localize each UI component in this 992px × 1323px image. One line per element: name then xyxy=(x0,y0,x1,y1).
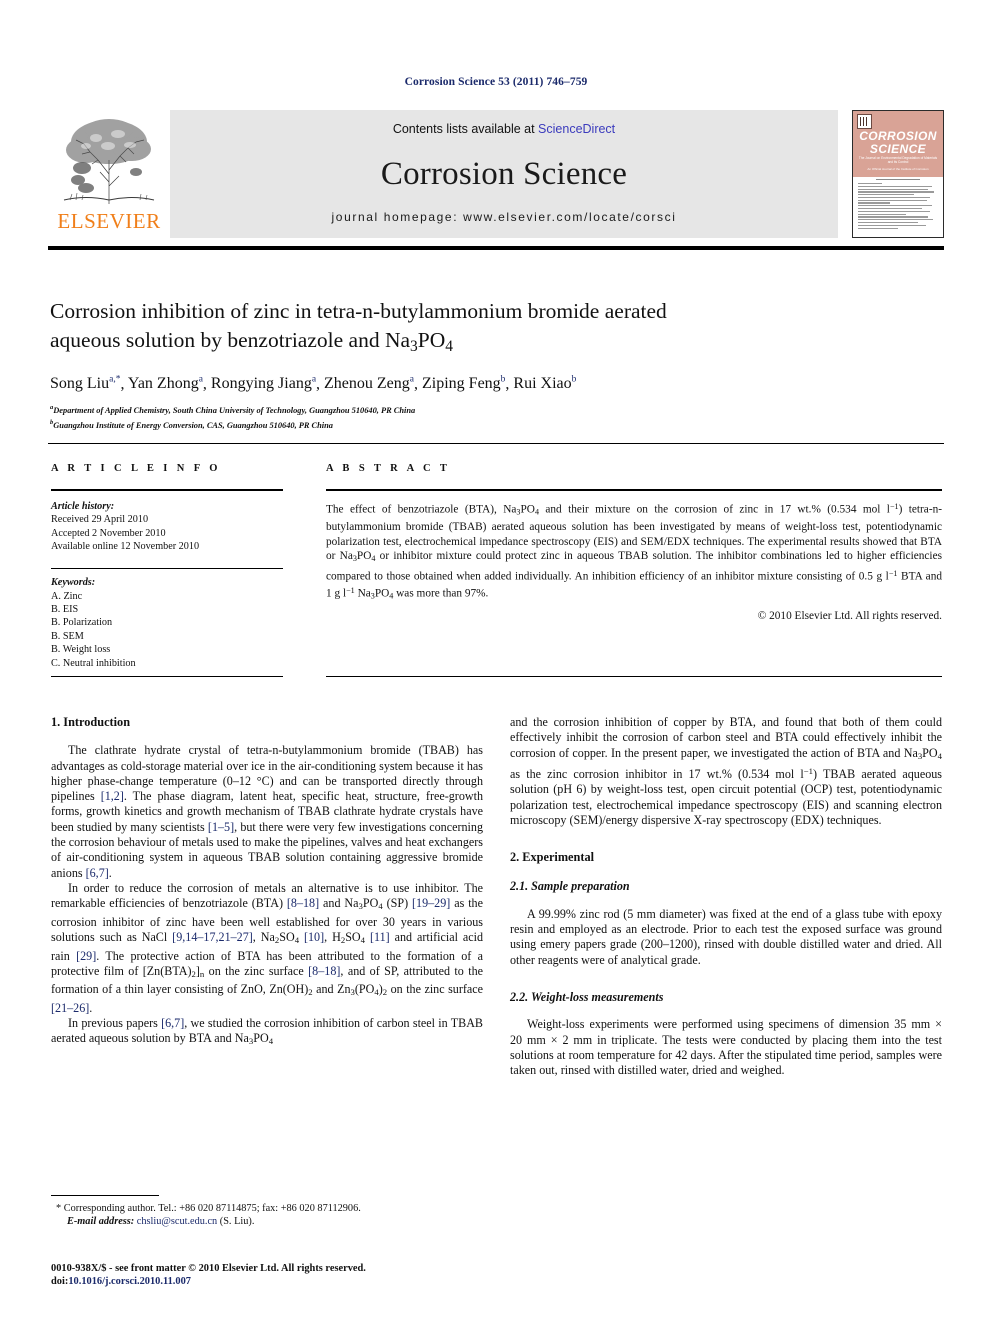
email-link[interactable]: chsliu@scut.edu.cn xyxy=(137,1216,217,1227)
citation-link[interactable]: [9,14–17,21–27] xyxy=(172,930,253,944)
article-info-heading-rule xyxy=(51,489,283,491)
abstract-heading: A B S T R A C T xyxy=(326,463,451,474)
author: Rongying Jianga xyxy=(210,374,317,393)
citation-link[interactable]: [8–18] xyxy=(308,964,340,978)
abstract-column: The effect of benzotriazole (BTA), Na3PO… xyxy=(326,500,942,623)
keyword-item: B. SEM xyxy=(51,630,84,642)
footnote-email: E-mail address: chsliu@scut.edu.cn (S. L… xyxy=(51,1215,483,1228)
author: Song Liua,* xyxy=(50,374,121,393)
abstract-heading-rule xyxy=(326,489,942,491)
footnote-rule xyxy=(51,1195,159,1196)
footnote-corresponding: * Corresponding author. Tel.: +86 020 87… xyxy=(56,1203,361,1214)
paragraph: In order to reduce the corrosion of meta… xyxy=(51,880,484,1015)
article-history-label: Article history: xyxy=(51,501,115,512)
imprint-block: 0010-938X/$ - see front matter © 2010 El… xyxy=(51,1262,511,1289)
abstract-bottom-rule xyxy=(326,676,942,677)
author: Ziping Fengb xyxy=(422,374,506,393)
paragraph: In previous papers [6,7], we studied the… xyxy=(51,1016,483,1047)
article-info-heading: A R T I C L E I N F O xyxy=(51,463,221,474)
cover-contents-preview xyxy=(858,179,938,233)
affiliation-list: aDepartment of Applied Chemistry, South … xyxy=(50,402,930,432)
keyword-item: A. Zinc xyxy=(51,590,83,602)
journal-cover-thumbnail: CORROSION SCIENCE The Journal on Environ… xyxy=(852,110,944,238)
citation-link[interactable]: [19–29] xyxy=(412,896,450,910)
cover-institute-logo-icon xyxy=(857,114,872,129)
citation-link[interactable]: [29] xyxy=(76,949,96,963)
email-owner: (S. Liu). xyxy=(219,1216,255,1228)
abstract-copyright: © 2010 Elsevier Ltd. All rights reserved… xyxy=(757,609,942,622)
article-history-online: Available online 12 November 2010 xyxy=(51,541,200,553)
contents-available-line: Contents lists available at ScienceDirec… xyxy=(393,122,615,136)
keywords-label: Keywords: xyxy=(51,577,96,589)
keywords-top-rule xyxy=(51,567,283,570)
doi-link[interactable]: 10.1016/j.corsci.2010.11.007 xyxy=(68,1276,191,1287)
journal-title: Corrosion Science xyxy=(380,155,628,192)
citation-link[interactable]: [6,7] xyxy=(86,866,109,880)
info-section-top-rule xyxy=(48,443,944,444)
citation-link[interactable]: [10] xyxy=(304,930,324,944)
article-info-column: Article history: Received 29 April 2010 … xyxy=(51,500,283,670)
cover-tagline: The Journal on Environmental Degradation… xyxy=(858,156,938,164)
cover-tagline-secondary: An Official Journal of the Institute of … xyxy=(867,167,929,171)
author: Rui Xiaob xyxy=(513,374,577,393)
running-head: Corrosion Science 53 (2011) 746–759 xyxy=(404,76,588,88)
title-block: Corrosion inhibition of zinc in tetra-n-… xyxy=(50,297,930,432)
paragraph-continued: and the corrosion inhibition of copper b… xyxy=(510,715,942,827)
masthead-bottom-rule xyxy=(48,246,944,250)
keyword-item: C. Neutral inhibition xyxy=(51,657,136,669)
issn-front-matter: 0010-938X/$ - see front matter © 2010 El… xyxy=(51,1263,366,1274)
citation-link[interactable]: [6,7] xyxy=(161,1016,184,1030)
paragraph: The clathrate hydrate crystal of tetra-n… xyxy=(51,743,484,880)
doi-line: doi:10.1016/j.corsci.2010.11.007 xyxy=(51,1276,191,1288)
paragraph: A 99.99% zinc rod (5 mm diameter) was fi… xyxy=(510,906,942,967)
article-title: Corrosion inhibition of zinc in tetra-n-… xyxy=(50,297,930,361)
introduction-heading: 1. Introduction xyxy=(51,715,131,729)
citation-link[interactable]: [1–5] xyxy=(208,820,234,834)
keyword-item: B. Polarization xyxy=(51,617,113,629)
journal-homepage-link[interactable]: journal homepage: www.elsevier.com/locat… xyxy=(332,210,677,224)
citation-link[interactable]: [21–26] xyxy=(51,1001,89,1015)
affiliation: bGuangzhou Institute of Energy Conversio… xyxy=(50,418,333,430)
affiliation: aDepartment of Applied Chemistry, South … xyxy=(50,404,416,415)
journal-masthead: ELSEVIER Contents lists available at Sci… xyxy=(48,110,944,238)
sciencedirect-link[interactable]: ScienceDirect xyxy=(538,122,615,136)
elsevier-tree-icon xyxy=(63,119,155,204)
author: Zhenou Zenga xyxy=(324,374,414,393)
article-title-line2: aqueous solution by benzotriazole and Na… xyxy=(50,328,453,355)
sample-preparation-heading: 2.1. Sample preparation xyxy=(510,879,630,894)
paragraph: Weight-loss experiments were performed u… xyxy=(510,1017,942,1078)
elsevier-wordmark: ELSEVIER xyxy=(57,209,161,233)
author-list: Song Liua,*, Yan Zhonga, Rongying Jianga… xyxy=(50,374,577,393)
corresponding-author-footnote: * Corresponding author. Tel.: +86 020 87… xyxy=(51,1195,483,1228)
email-label: E-mail address: xyxy=(67,1216,135,1228)
citation-link[interactable]: [1,2] xyxy=(101,789,124,803)
abstract-text: The effect of benzotriazole (BTA), Na3PO… xyxy=(326,502,942,602)
contents-prefix: Contents lists available at xyxy=(392,122,539,136)
cover-title-line2: SCIENCE xyxy=(869,142,927,156)
article-title-line1: Corrosion inhibition of zinc in tetra-n-… xyxy=(50,299,667,323)
article-history-accepted: Accepted 2 November 2010 xyxy=(51,527,166,539)
article-info-bottom-rule xyxy=(51,676,283,677)
cover-title-line1: CORROSION xyxy=(859,129,937,143)
masthead-center-panel: Contents lists available at ScienceDirec… xyxy=(170,110,838,238)
keyword-item: B. EIS xyxy=(51,604,79,616)
body-column-right: and the corrosion inhibition of copper b… xyxy=(510,715,942,1078)
weight-loss-heading: 2.2. Weight-loss measurements xyxy=(510,989,664,1004)
article-history-received: Received 29 April 2010 xyxy=(51,514,149,526)
keyword-item: B. Weight loss xyxy=(51,644,111,656)
citation-link[interactable]: [11] xyxy=(370,930,390,944)
journal-article-page: Corrosion Science 53 (2011) 746–759 ELSE… xyxy=(0,0,992,1323)
elsevier-logo: ELSEVIER xyxy=(48,110,170,238)
body-column-left: 1. Introduction The clathrate hydrate cr… xyxy=(51,715,483,1050)
experimental-heading: 2. Experimental xyxy=(510,850,595,865)
author: Yan Zhonga xyxy=(127,374,203,393)
citation-link[interactable]: [8–18] xyxy=(287,896,319,910)
